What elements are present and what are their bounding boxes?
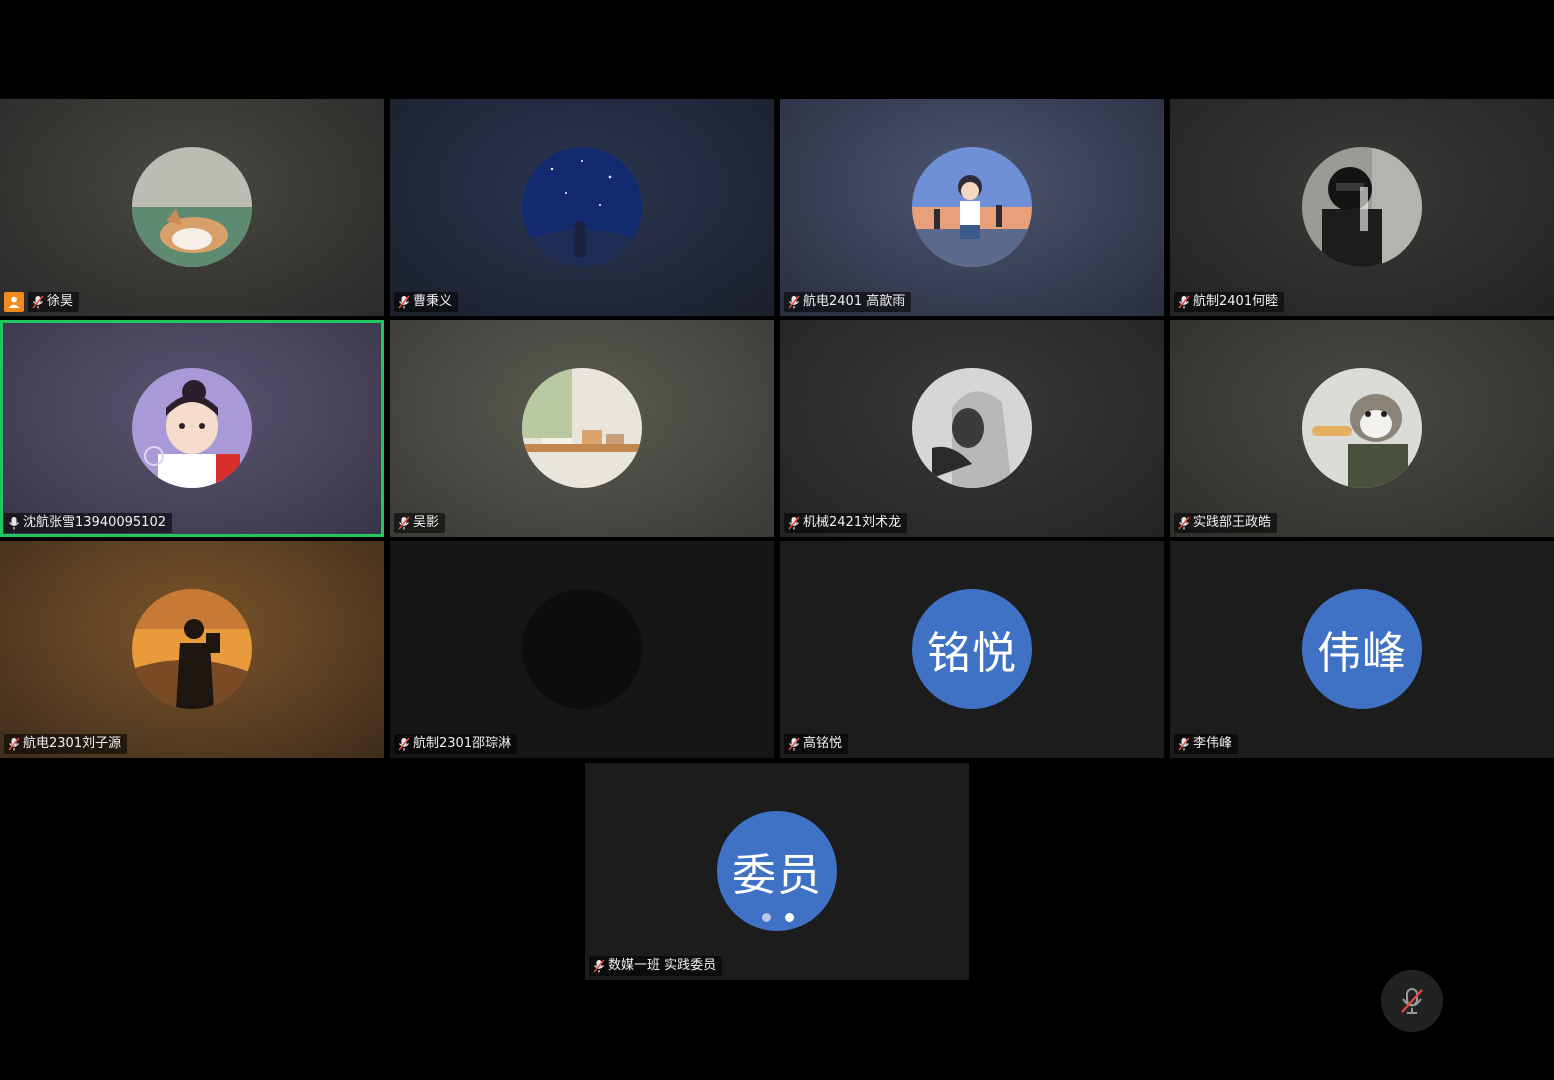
participant-label: 实践部王政皓 <box>1174 513 1278 533</box>
mic-muted-icon <box>1178 516 1190 530</box>
participant-label: 航电2401 高歆雨 <box>784 292 912 312</box>
participant-name: 航制2301邵琮淋 <box>413 736 512 751</box>
participant-avatar <box>522 589 642 709</box>
participant-label: 沈航张雪13940095102 <box>4 513 172 533</box>
participant-label: 高铭悦 <box>784 734 849 754</box>
mic-muted-icon <box>398 516 410 530</box>
participant-avatar <box>912 368 1032 488</box>
participant-tile-1[interactable]: 徐昊 <box>0 99 384 316</box>
participant-avatar <box>132 368 252 488</box>
participant-name: 吴影 <box>413 515 440 530</box>
participant-name: 航制2401何睦 <box>1193 294 1279 309</box>
mic-muted-icon <box>788 737 800 751</box>
participant-tile-13[interactable]: 委员 数媒一班 实践委员 <box>585 763 969 980</box>
participant-label: 航电2301刘子源 <box>4 734 128 754</box>
participant-tile-5-active-speaker[interactable]: 沈航张雪13940095102 <box>0 320 384 537</box>
participant-tile-12[interactable]: 伟峰 李伟峰 <box>1170 541 1554 758</box>
participant-initials-avatar: 铭悦 <box>912 589 1032 709</box>
participant-name: 航电2301刘子源 <box>23 736 122 751</box>
participant-tile-8[interactable]: 实践部王政皓 <box>1170 320 1554 537</box>
participant-label: 航制2401何睦 <box>1174 292 1285 312</box>
participant-label: 数媒一班 实践委员 <box>589 956 723 976</box>
host-person-icon <box>4 292 24 312</box>
mic-muted-icon <box>788 516 800 530</box>
participant-name: 数媒一班 实践委员 <box>608 958 717 973</box>
page-dot-2-current[interactable] <box>785 913 794 922</box>
mic-muted-icon <box>1178 295 1190 309</box>
page-indicator <box>762 913 794 922</box>
participant-tile-2[interactable]: 曹秉义 <box>390 99 774 316</box>
participant-name: 李伟峰 <box>1193 736 1233 751</box>
participant-name: 高铭悦 <box>803 736 843 751</box>
participant-name: 实践部王政皓 <box>1193 515 1272 530</box>
mic-muted-icon <box>788 295 800 309</box>
participant-tile-7[interactable]: 机械2421刘术龙 <box>780 320 1164 537</box>
participant-tile-10[interactable]: 航制2301邵琮淋 <box>390 541 774 758</box>
participant-avatar <box>132 147 252 267</box>
participant-tile-6[interactable]: 吴影 <box>390 320 774 537</box>
participant-name: 沈航张雪13940095102 <box>23 515 166 530</box>
participant-tile-4[interactable]: 航制2401何睦 <box>1170 99 1554 316</box>
mic-muted-icon <box>398 737 410 751</box>
participant-name: 机械2421刘术龙 <box>803 515 902 530</box>
participant-tile-3[interactable]: 航电2401 高歆雨 <box>780 99 1164 316</box>
participant-avatar <box>912 147 1032 267</box>
participant-name: 曹秉义 <box>413 294 453 309</box>
participant-label: 李伟峰 <box>1174 734 1239 754</box>
participant-avatar <box>132 589 252 709</box>
meeting-video-grid: 徐昊 曹秉义 航电2401 高歆雨 航制2401何睦 沈航张雪139400951… <box>0 0 1554 1080</box>
participant-tile-11[interactable]: 铭悦 高铭悦 <box>780 541 1164 758</box>
participant-avatar <box>522 147 642 267</box>
participant-tile-9[interactable]: 航电2301刘子源 <box>0 541 384 758</box>
participant-label: 机械2421刘术龙 <box>784 513 908 533</box>
participant-avatar <box>1302 147 1422 267</box>
toggle-mute-button[interactable] <box>1381 970 1443 1032</box>
participant-avatar <box>1302 368 1422 488</box>
mic-muted-icon <box>32 295 44 309</box>
participant-label: 徐昊 <box>4 292 80 312</box>
mic-muted-icon <box>593 959 605 973</box>
participant-label: 航制2301邵琮淋 <box>394 734 518 754</box>
mic-muted-icon <box>1178 737 1190 751</box>
participant-avatar <box>522 368 642 488</box>
participant-name: 航电2401 高歆雨 <box>803 294 906 309</box>
participant-name: 徐昊 <box>47 294 74 309</box>
page-dot-1[interactable] <box>762 913 771 922</box>
participant-initials-avatar: 伟峰 <box>1302 589 1422 709</box>
mic-muted-icon <box>8 737 20 751</box>
participant-label: 曹秉义 <box>394 292 459 312</box>
mic-muted-icon <box>1401 988 1423 1014</box>
participant-label: 吴影 <box>394 513 446 533</box>
mic-muted-icon <box>398 295 410 309</box>
mic-icon <box>8 516 20 530</box>
